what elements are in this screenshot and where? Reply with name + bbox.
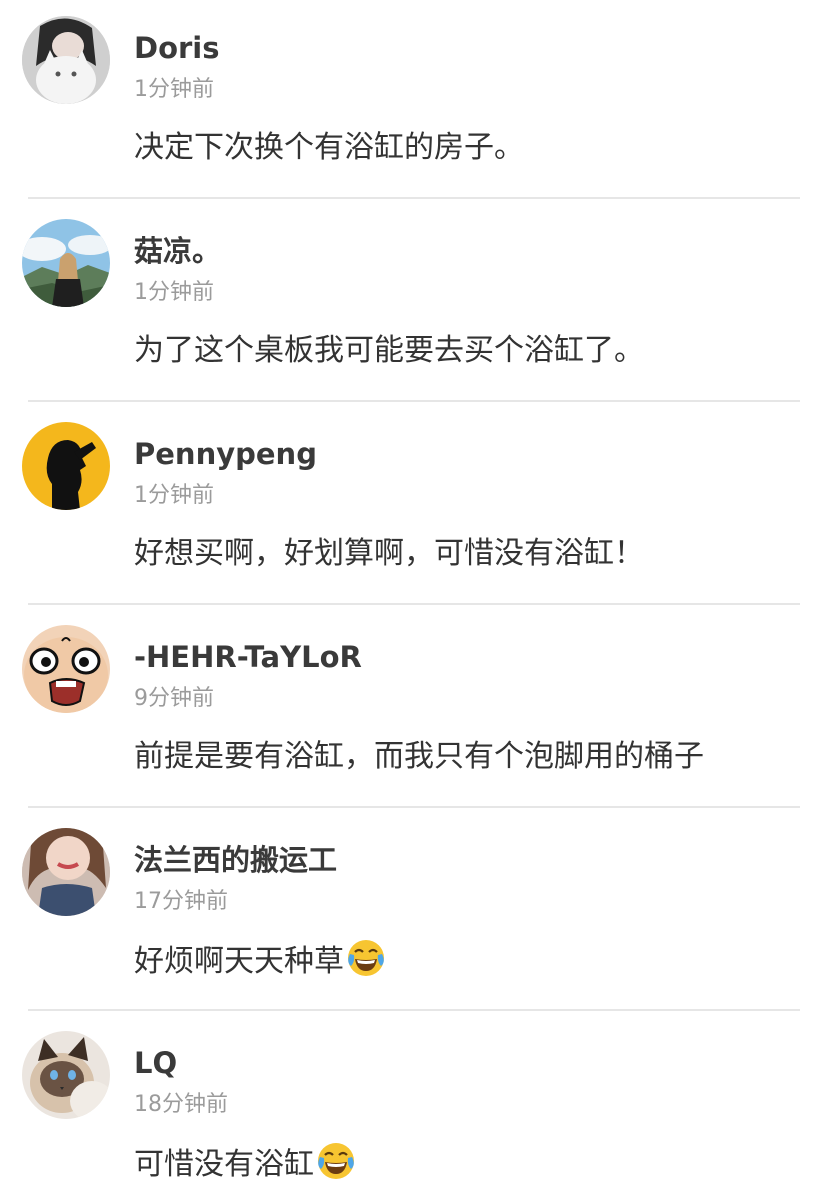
comment-item: 法兰西的搬运工 17分钟前 好烦啊天天种草 [0, 812, 828, 1015]
comment-item: Doris 1分钟前 决定下次换个有浴缸的房子。 [0, 0, 828, 203]
comment-item: LQ 18分钟前 可惜没有浴缸 [0, 1015, 828, 1188]
avatar[interactable] [22, 828, 110, 916]
username[interactable]: LQ [134, 1043, 177, 1083]
timestamp: 1分钟前 [134, 77, 214, 102]
comment-text: 好烦啊天天种草 [134, 938, 386, 984]
username[interactable]: 菇凉。 [134, 231, 221, 271]
face-with-tears-of-joy-icon [316, 1141, 356, 1181]
comment-item: -HEHR-TaYLoR 9分钟前 前提是要有浴缸，而我只有个泡脚用的桶子 [0, 609, 828, 812]
woman-portrait-avatar [22, 828, 110, 916]
comment-text-content: 好想买啊，好划算啊，可惜没有浴缸！ [134, 536, 644, 571]
username[interactable]: 法兰西的搬运工 [134, 840, 337, 880]
cartoon-face-avatar [22, 625, 110, 713]
avatar[interactable] [22, 1031, 110, 1119]
comment-text-content: 为了这个桌板我可能要去买个浴缸了。 [134, 333, 644, 368]
timestamp: 17分钟前 [134, 889, 228, 914]
divider [28, 197, 800, 199]
silhouette-on-yellow-avatar [22, 422, 110, 510]
divider [28, 400, 800, 402]
cat-avatar [22, 1031, 110, 1119]
avatar[interactable] [22, 422, 110, 510]
username[interactable]: Pennypeng [134, 434, 317, 474]
timestamp: 1分钟前 [134, 483, 214, 508]
comment-text-content: 决定下次换个有浴缸的房子。 [134, 130, 524, 165]
username[interactable]: Doris [134, 28, 220, 68]
girl-on-mountain-avatar [22, 219, 110, 307]
username[interactable]: -HEHR-TaYLoR [134, 637, 362, 677]
comment-text-content: 可惜没有浴缸 [134, 1147, 314, 1182]
girl-with-white-cat-avatar [22, 16, 110, 104]
comment-text: 决定下次换个有浴缸的房子。 [134, 126, 524, 170]
divider [28, 806, 800, 808]
divider [28, 603, 800, 605]
divider [28, 1009, 800, 1011]
comment-text: 为了这个桌板我可能要去买个浴缸了。 [134, 329, 644, 373]
comment-item: 菇凉。 1分钟前 为了这个桌板我可能要去买个浴缸了。 [0, 203, 828, 406]
comment-text-content: 前提是要有浴缸，而我只有个泡脚用的桶子 [134, 739, 704, 774]
face-with-tears-of-joy-icon [346, 938, 386, 978]
comment-item: Pennypeng 1分钟前 好想买啊，好划算啊，可惜没有浴缸！ [0, 406, 828, 609]
comment-text: 前提是要有浴缸，而我只有个泡脚用的桶子 [134, 735, 704, 779]
avatar[interactable] [22, 219, 110, 307]
comment-text: 可惜没有浴缸 [134, 1141, 356, 1187]
timestamp: 1分钟前 [134, 280, 214, 305]
avatar[interactable] [22, 16, 110, 104]
avatar[interactable] [22, 625, 110, 713]
comment-text: 好想买啊，好划算啊，可惜没有浴缸！ [134, 532, 644, 576]
comment-text-content: 好烦啊天天种草 [134, 944, 344, 979]
comment-list: Doris 1分钟前 决定下次换个有浴缸的房子。 菇凉。 1分钟前 为了这个桌板… [0, 0, 828, 1188]
timestamp: 18分钟前 [134, 1092, 228, 1117]
timestamp: 9分钟前 [134, 686, 214, 711]
